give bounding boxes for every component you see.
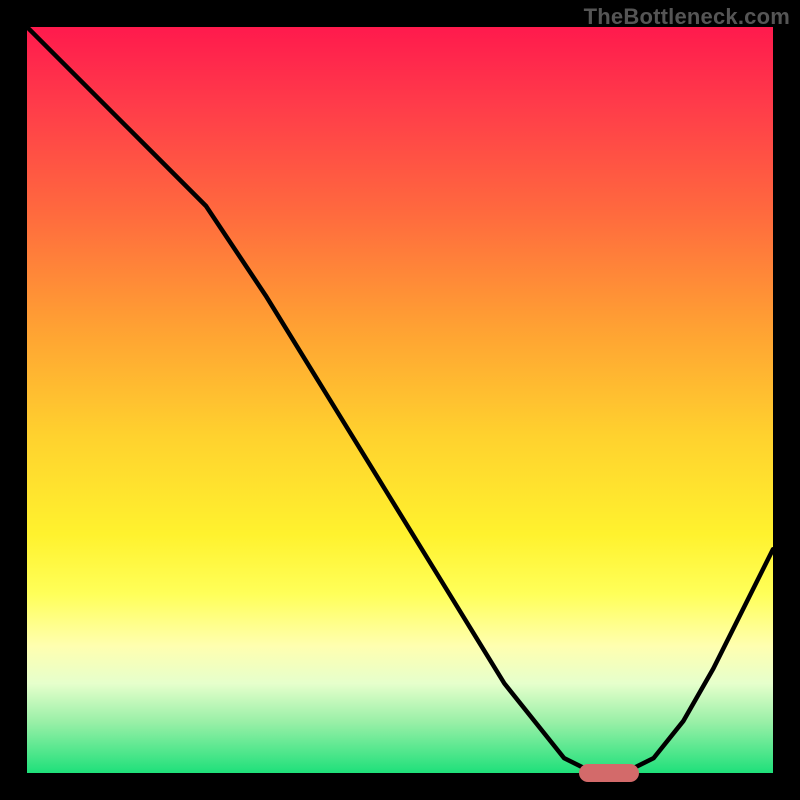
chart-frame: TheBottleneck.com [0, 0, 800, 800]
plot-area [27, 27, 773, 773]
watermark-text: TheBottleneck.com [584, 4, 790, 30]
